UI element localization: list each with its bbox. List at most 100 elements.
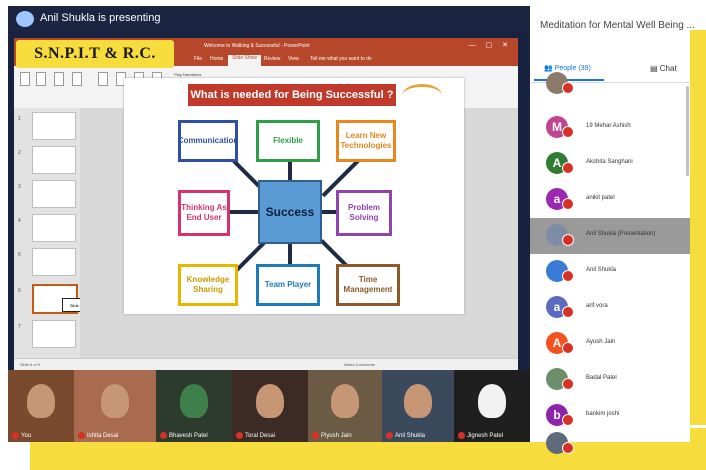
participant-row[interactable]: a anikit patel: [530, 182, 690, 218]
present-online-icon[interactable]: [54, 72, 64, 86]
participant-name: 19 Mehar Ashish: [586, 123, 631, 129]
participant-video: [101, 384, 129, 418]
muted-mic-icon: [562, 414, 574, 426]
video-tile-label: Bhavesh Patel: [169, 433, 208, 439]
ribbon-option-narrations[interactable]: Play Narrations: [174, 72, 201, 77]
participant-name: Ayush Jain: [586, 339, 616, 345]
muted-mic-icon: [562, 82, 574, 94]
video-tile-label: Ishita Desai: [87, 433, 119, 439]
video-strip: You Ishita Desai Bhavesh Patel Toral Desai P…: [8, 370, 530, 442]
from-current-icon[interactable]: [36, 72, 46, 86]
muted-mic-icon: [236, 431, 243, 439]
ppt-doc-title: Welcome to Walking & Successful - PowerP…: [204, 43, 310, 49]
participant-video: [478, 384, 506, 418]
muted-mic-icon: [562, 270, 574, 282]
window-controls-icon[interactable]: — ▢ ✕: [469, 41, 512, 49]
box-communication: Communication: [178, 120, 238, 162]
slide-thumbnail[interactable]: [32, 214, 76, 242]
slide-thumbnails: 1 2 3 4 5 6 7: [14, 108, 81, 366]
from-beginning-icon[interactable]: [20, 72, 30, 86]
video-tile[interactable]: Anil Shukla: [382, 370, 454, 442]
video-tile[interactable]: Bhavesh Patel: [156, 370, 232, 442]
muted-mic-icon: [562, 342, 574, 354]
muted-mic-icon: [312, 431, 319, 439]
slide-thumbnail[interactable]: [32, 320, 76, 348]
video-tile-name: Bhavesh Patel: [160, 431, 208, 439]
participant-name: anikit patel: [586, 195, 615, 201]
participant-row[interactable]: Badal Patel: [530, 362, 690, 398]
muted-mic-icon: [562, 198, 574, 210]
participant-row[interactable]: A Akshita Sanghani: [530, 146, 690, 182]
muted-mic-icon: [562, 306, 574, 318]
slide: What is needed for Being Successful ? Co…: [124, 78, 464, 314]
participant-row[interactable]: a arif vora: [530, 290, 690, 326]
video-tile-name: You: [12, 431, 31, 439]
tab-file[interactable]: File: [194, 56, 202, 62]
brand-label: S.N.P.I.T & R.C.: [16, 40, 174, 68]
video-tile-label: Anil Shukla: [395, 433, 426, 439]
participant-name: Anil Shukla: [586, 267, 617, 273]
participant-video: [27, 384, 55, 418]
participant-row[interactable]: Anil Shukla: [530, 254, 690, 290]
slide-thumbnail[interactable]: [32, 180, 76, 208]
muted-mic-icon: [12, 431, 19, 439]
slide-thumbnail[interactable]: [32, 146, 76, 174]
video-tile-label: Piyush Jain: [321, 433, 352, 439]
participant-row[interactable]: M 19 Mehar Ashish: [530, 110, 690, 146]
video-tile-name: Ishita Desai: [78, 431, 119, 439]
tab-slide-show[interactable]: Slide Show: [228, 55, 262, 66]
video-tile[interactable]: Jignesh Patel: [454, 370, 530, 442]
participant-row[interactable]: Anil Shukla (Presentation): [530, 218, 690, 254]
participant-row[interactable]: [530, 72, 690, 102]
tab-view[interactable]: View: [288, 56, 299, 62]
participant-name: arif vora: [586, 303, 608, 309]
box-problem-solving: Problem Solving: [336, 190, 392, 236]
box-knowledge-sharing: Knowledge Sharing: [178, 264, 238, 306]
muted-mic-icon: [160, 431, 167, 439]
connector-line: [288, 162, 292, 182]
connector-line: [228, 210, 260, 214]
custom-show-icon[interactable]: [72, 72, 82, 86]
participant-video: [180, 384, 208, 418]
participant-row[interactable]: [530, 426, 690, 462]
participant-video: [331, 384, 359, 418]
muted-mic-icon: [458, 431, 465, 439]
muted-mic-icon: [562, 126, 574, 138]
participants-panel: Meditation for Mental Well Being ... 👥 P…: [530, 6, 695, 454]
muted-mic-icon: [562, 234, 574, 246]
video-tile[interactable]: Ishita Desai: [74, 370, 156, 442]
video-tile[interactable]: Piyush Jain: [308, 370, 382, 442]
muted-mic-icon: [78, 431, 85, 439]
setup-show-icon[interactable]: [98, 72, 108, 86]
video-tile-label: Toral Desai: [245, 433, 276, 439]
participant-name: bankim joshi: [586, 411, 620, 417]
tab-chat[interactable]: ▤ Chat: [650, 64, 677, 73]
slide-thumbnail[interactable]: [32, 112, 76, 140]
participant-row[interactable]: A Ayush Jain: [530, 326, 690, 362]
box-time-management: Time Management: [336, 264, 400, 306]
muted-mic-icon: [386, 431, 393, 439]
slide-thumbnail[interactable]: [32, 248, 76, 276]
participant-video: [404, 384, 432, 418]
participant-name: Badal Patel: [586, 375, 617, 381]
slide-title: What is needed for Being Successful ?: [188, 84, 396, 106]
video-tile-name: Piyush Jain: [312, 431, 352, 439]
meet-logo-icon: [16, 11, 34, 27]
video-tile-name: Toral Desai: [236, 431, 276, 439]
tab-home[interactable]: Home: [210, 56, 223, 62]
scrollbar[interactable]: [686, 86, 689, 176]
tab-people[interactable]: 👥 People (39): [544, 64, 591, 72]
college-logo-icon: [402, 84, 442, 107]
active-tab-underline: [534, 79, 604, 81]
participant-name: Akshita Sanghani: [586, 159, 633, 165]
connector-line: [288, 242, 292, 264]
muted-mic-icon: [562, 442, 574, 454]
meeting-title: Meditation for Mental Well Being ...: [540, 20, 695, 31]
video-tile[interactable]: You: [8, 370, 74, 442]
tell-me-box[interactable]: Tell me what you want to do: [310, 56, 372, 62]
video-tile[interactable]: Toral Desai: [232, 370, 308, 442]
tab-review[interactable]: Review: [264, 56, 280, 62]
box-thinking-as-end-user: Thinking As End User: [178, 190, 230, 236]
notes-comments[interactable]: Notes Comments: [344, 362, 375, 367]
success-center: Success: [258, 180, 322, 244]
